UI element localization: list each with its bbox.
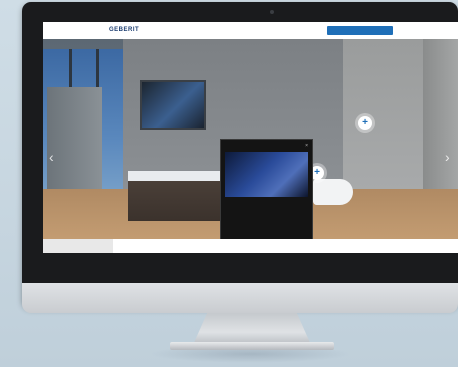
cta-button[interactable]	[327, 26, 393, 35]
chevron-left-icon[interactable]: ‹	[49, 149, 54, 165]
monitor-chin	[22, 283, 458, 313]
monitor-stand	[193, 313, 311, 345]
brand-logo[interactable]: GEBERIT	[109, 27, 139, 33]
monitor-base	[170, 342, 334, 350]
plus-icon[interactable]: +	[358, 116, 372, 130]
info-popup: ×	[220, 139, 313, 253]
bottom-bar-segment	[43, 239, 113, 253]
close-icon[interactable]: ×	[305, 143, 308, 149]
mirror-cabinet	[140, 80, 206, 130]
wall-toilet	[313, 179, 353, 205]
camera-dot	[270, 10, 274, 14]
bathroom-scene: + + ‹ › ×	[43, 39, 458, 253]
popup-image	[225, 152, 308, 197]
chevron-right-icon[interactable]: ›	[445, 149, 450, 165]
monitor-screen: GEBERIT + + ‹ › ×	[43, 22, 458, 253]
site-header: GEBERIT	[43, 22, 458, 39]
